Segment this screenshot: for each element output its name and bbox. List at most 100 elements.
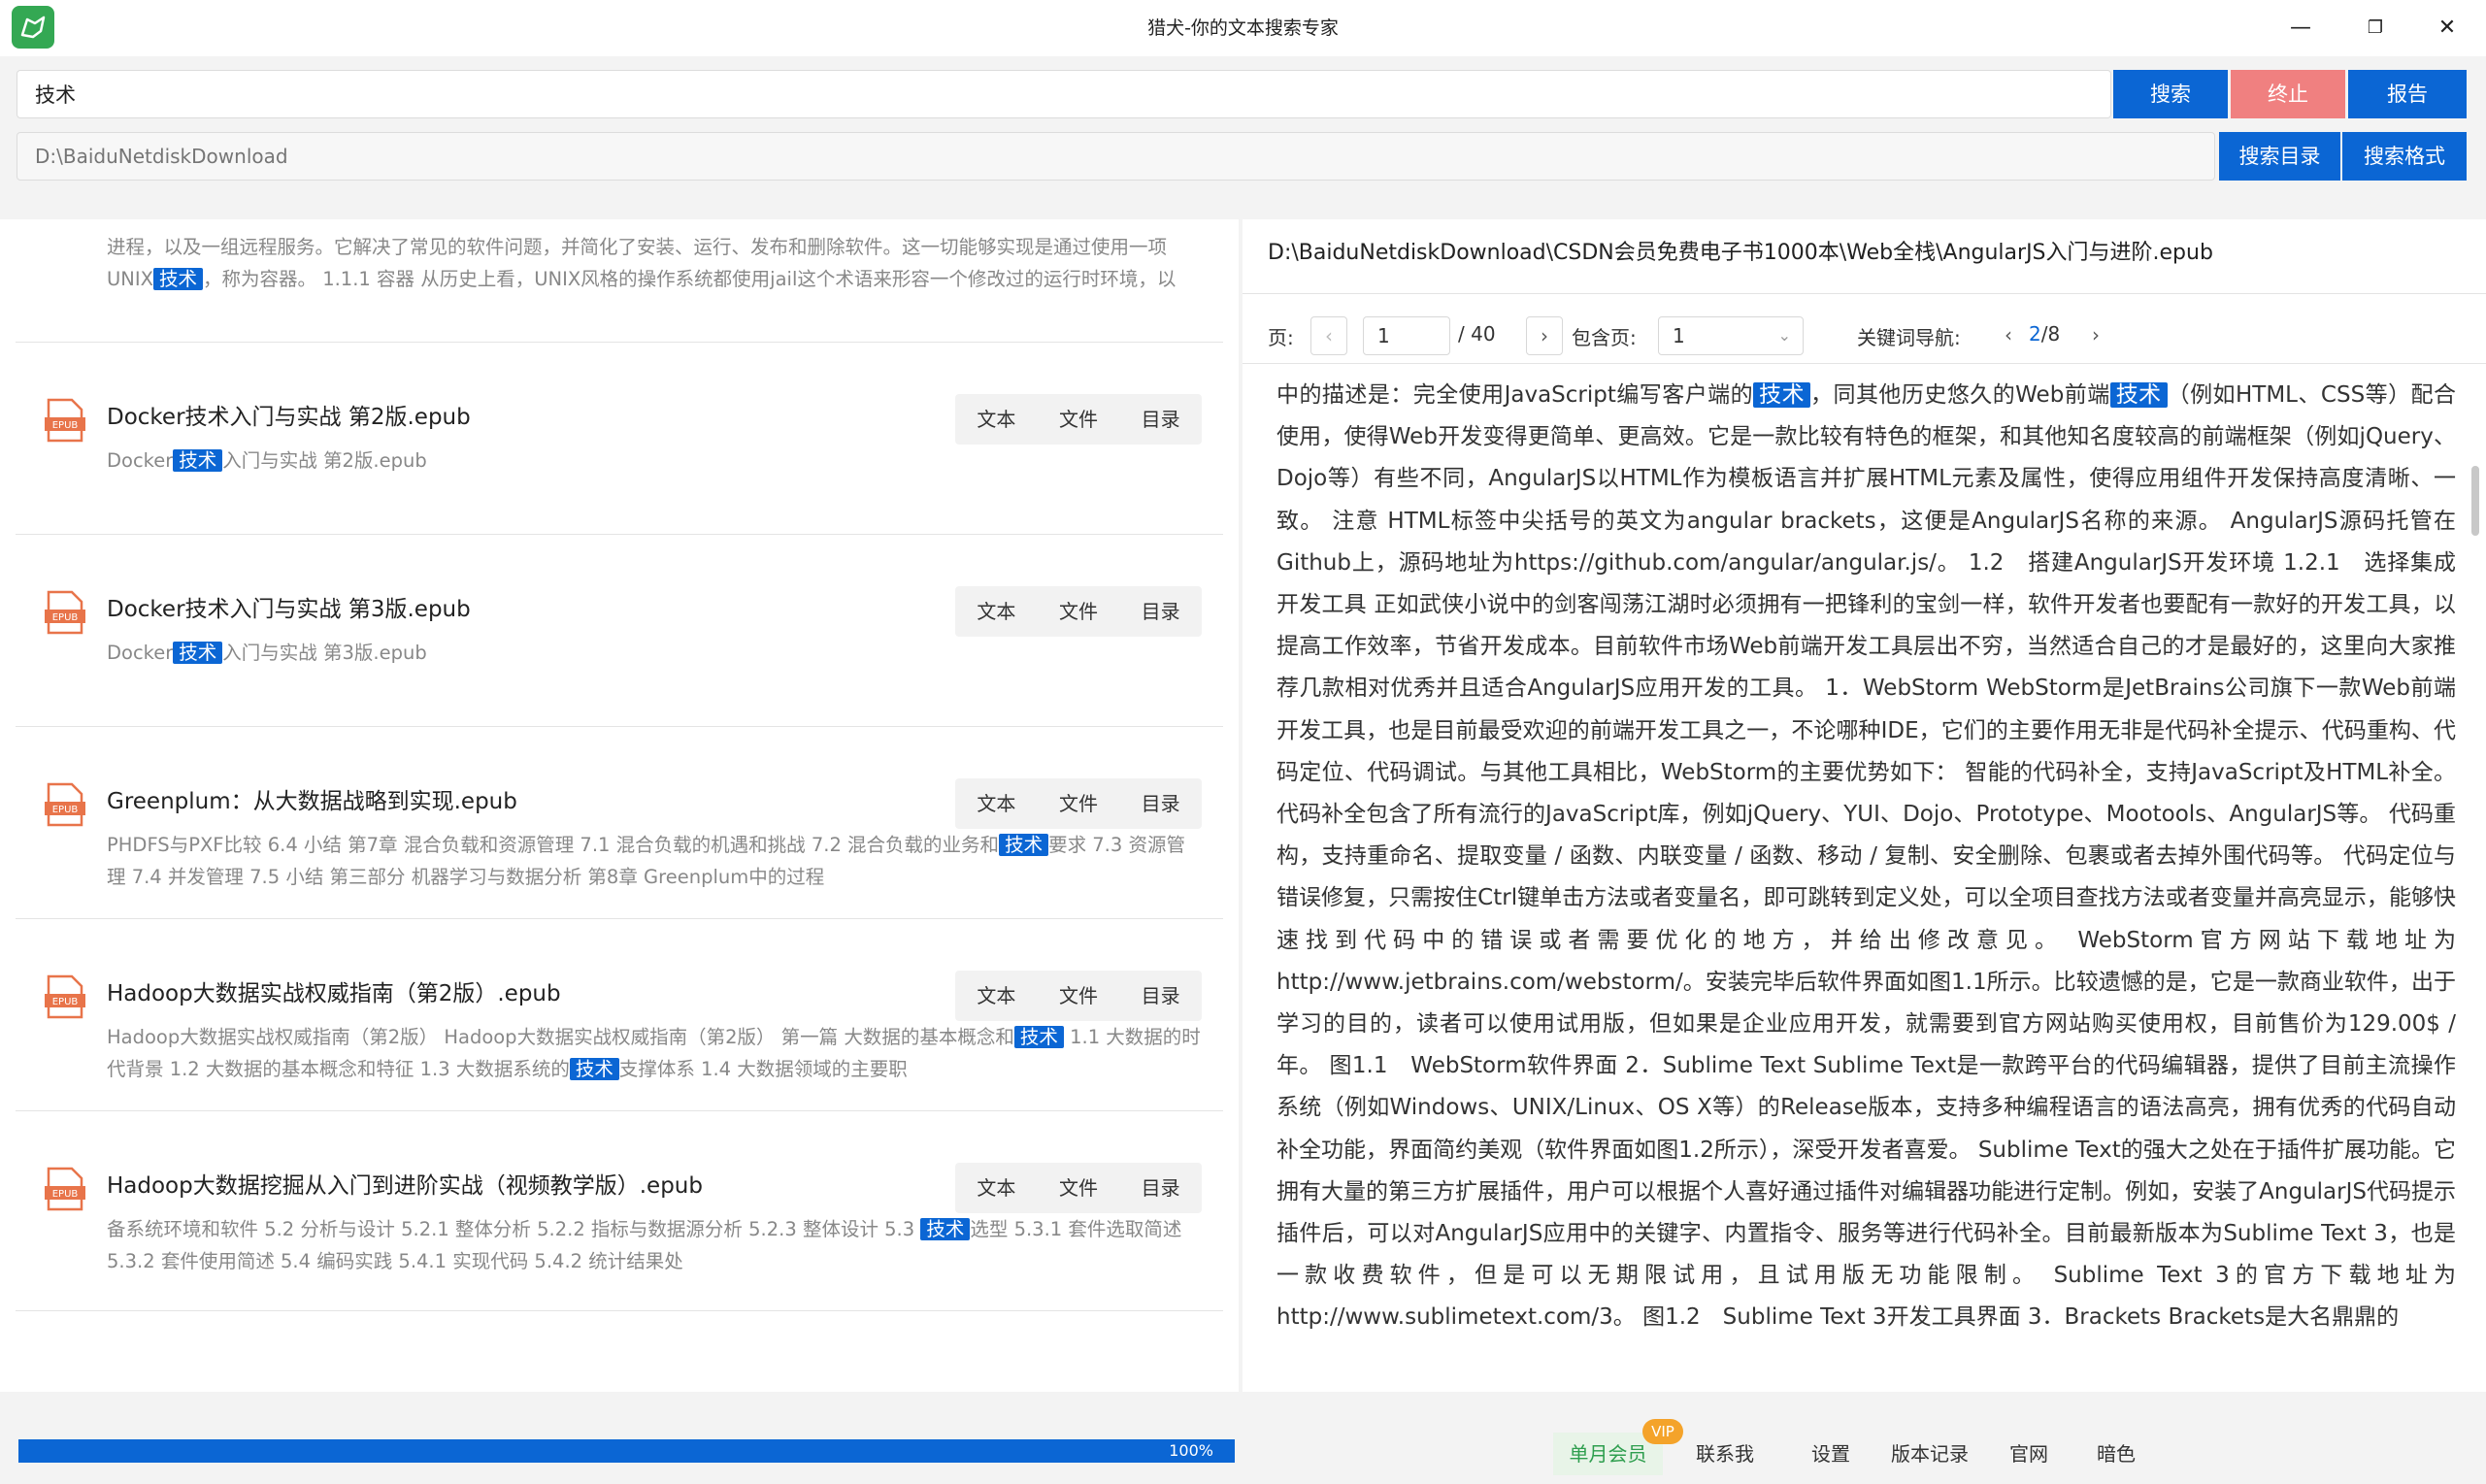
result-snippet: Docker 技术 入门与实战 第2版.epub (107, 445, 1204, 477)
list-item[interactable]: EPUB Docker技术入门与实战 第3版.epub 文本 文件 目录 Doc… (0, 534, 1239, 726)
epub-file-icon: EPUB (45, 398, 85, 443)
doc-text-segment: ，同其他历史悠久的Web前端 (1810, 382, 2110, 408)
result-title[interactable]: Docker技术入门与实战 第2版.epub (107, 398, 471, 431)
toc-button[interactable]: 目录 (1119, 778, 1202, 829)
contains-page-value: 1 (1673, 324, 1685, 347)
scrollbar[interactable] (2471, 466, 2479, 536)
keyword-highlight: 技术 (1753, 382, 1811, 408)
file-path: D:\BaiduNetdiskDownload\CSDN会员免费电子书1000本… (1268, 241, 2213, 265)
website-button[interactable]: 官网 (1992, 1433, 2066, 1475)
chevron-left-icon[interactable]: ‹ (1990, 316, 2027, 355)
chevron-down-icon: ⌄ (1777, 326, 1791, 345)
divider (16, 1310, 1223, 1311)
svg-text:EPUB: EPUB (52, 1189, 79, 1200)
contains-page-select[interactable]: 1 ⌄ (1658, 316, 1804, 355)
search-format-button[interactable]: 搜索格式 (2342, 132, 2467, 181)
progress-label: 100% (1169, 1441, 1213, 1460)
keyword-highlight: 技术 (173, 642, 223, 664)
file-button[interactable]: 文件 (1038, 394, 1120, 445)
doc-text-segment: （例如HTML、CSS等）配合使用，使得Web开发变得更简单、更高效。它是一款比… (1276, 382, 2457, 1331)
toc-button[interactable]: 目录 (1119, 394, 1202, 445)
keyword-highlight: 技术 (569, 1058, 619, 1080)
snippet-text: 备系统环境和软件 5.2 分析与设计 5.2.1 整体分析 5.2.2 指标与数… (107, 1218, 921, 1240)
list-item[interactable]: EPUB Greenplum：从大数据战略到实现.epub 文本 文件 目录 P… (0, 726, 1239, 918)
page-label: 页: (1268, 326, 1294, 349)
keyword-highlight: 技术 (1013, 1026, 1064, 1048)
svg-text:EPUB: EPUB (52, 612, 79, 623)
stop-button[interactable]: 终止 (2231, 70, 2345, 118)
close-button[interactable]: ✕ (2418, 0, 2476, 56)
window-title: 猎犬-你的文本搜索专家 (1147, 17, 1339, 39)
chevron-right-icon[interactable]: › (2077, 316, 2114, 355)
result-actions: 文本 文件 目录 (955, 1163, 1202, 1213)
keyword-highlight: 技术 (920, 1218, 971, 1240)
text-button[interactable]: 文本 (955, 971, 1038, 1021)
result-actions: 文本 文件 目录 (955, 394, 1202, 445)
result-title[interactable]: Docker技术入门与实战 第3版.epub (107, 590, 471, 623)
changelog-button[interactable]: 版本记录 (1881, 1433, 1978, 1475)
snippet-text: 入门与实战 第3版.epub (222, 642, 427, 664)
doc-text-segment: 中的描述是：完全使用JavaScript编写客户端的 (1276, 382, 1754, 408)
page-input[interactable]: 1 (1363, 316, 1450, 355)
snippet-text: PHDFS与PXF比较 6.4 小结 第7章 混合负载和资源管理 7.1 混合负… (107, 834, 1000, 856)
maximize-button[interactable]: ❐ (2346, 0, 2404, 56)
contact-button[interactable]: 联系我 (1679, 1433, 1771, 1475)
search-input[interactable] (17, 70, 2111, 118)
keyword-current: 2 (2029, 322, 2041, 346)
epub-file-icon: EPUB (45, 590, 85, 635)
search-directory-button[interactable]: 搜索目录 (2219, 132, 2340, 181)
document-text: 中的描述是：完全使用JavaScript编写客户端的 技术 ，同其他历史悠久的Web… (1276, 375, 2456, 1339)
divider (1243, 363, 2486, 364)
contains-page-label: 包含页: (1572, 326, 1637, 349)
result-title[interactable]: Hadoop大数据挖掘从入门到进阶实战（视频教学版）.epub (107, 1167, 703, 1200)
toc-button[interactable]: 目录 (1119, 1163, 1202, 1213)
snippet-text: Hadoop大数据实战权威指南（第2版） Hadoop大数据实战权威指南（第2版… (107, 1026, 1014, 1048)
toc-button[interactable]: 目录 (1119, 586, 1202, 637)
list-item[interactable]: EPUB Docker技术入门与实战 第2版.epub 文本 文件 目录 Doc… (0, 342, 1239, 534)
result-snippet: 进程，以及一组远程服务。它解决了常见的软件问题，并简化了安装、运行、发布和删除软… (107, 231, 1204, 295)
directory-input[interactable] (17, 132, 2215, 181)
svg-text:EPUB: EPUB (52, 420, 79, 431)
result-actions: 文本 文件 目录 (955, 778, 1202, 829)
text-button[interactable]: 文本 (955, 778, 1038, 829)
vip-badge: VIP (1642, 1419, 1683, 1444)
keyword-total: /8 (2040, 322, 2061, 346)
dark-mode-button[interactable]: 暗色 (2079, 1433, 2153, 1475)
text-button[interactable]: 文本 (955, 1163, 1038, 1213)
keyword-index: 2/8 (2029, 322, 2060, 346)
toc-button[interactable]: 目录 (1119, 971, 1202, 1021)
settings-button[interactable]: 设置 (1794, 1433, 1868, 1475)
report-button[interactable]: 报告 (2348, 70, 2467, 118)
file-button[interactable]: 文件 (1038, 1163, 1120, 1213)
list-item[interactable]: EPUB Hadoop大数据实战权威指南（第2版）.epub 文本 文件 目录 … (0, 918, 1239, 1110)
result-actions: 文本 文件 目录 (955, 971, 1202, 1021)
chevron-right-icon[interactable]: › (1526, 316, 1563, 355)
snippet-text: 入门与实战 第2版.epub (222, 449, 427, 472)
divider (1243, 293, 2486, 294)
snippet-text: Docker (107, 449, 174, 472)
page-total: / 40 (1458, 322, 1496, 346)
snippet-text: Docker (107, 642, 174, 664)
search-button[interactable]: 搜索 (2113, 70, 2228, 118)
text-button[interactable]: 文本 (955, 394, 1038, 445)
result-snippet: Docker 技术 入门与实战 第3版.epub (107, 637, 1204, 669)
keyword-highlight: 技术 (999, 834, 1049, 856)
viewer-panel: D:\BaiduNetdiskDownload\CSDN会员免费电子书1000本… (1243, 219, 2486, 1392)
svg-text:EPUB: EPUB (52, 805, 79, 815)
svg-text:EPUB: EPUB (52, 997, 79, 1007)
file-button[interactable]: 文件 (1038, 971, 1120, 1021)
epub-file-icon: EPUB (45, 1167, 85, 1211)
minimize-button[interactable]: — (2271, 0, 2330, 56)
results-panel: 进程，以及一组远程服务。它解决了常见的软件问题，并简化了安装、运行、发布和删除软… (0, 219, 1239, 1392)
chevron-left-icon[interactable]: ‹ (1310, 316, 1347, 355)
file-button[interactable]: 文件 (1038, 778, 1120, 829)
result-title[interactable]: Hadoop大数据实战权威指南（第2版）.epub (107, 974, 561, 1007)
result-title[interactable]: Greenplum：从大数据战略到实现.epub (107, 782, 517, 815)
epub-file-icon: EPUB (45, 974, 85, 1019)
text-button[interactable]: 文本 (955, 586, 1038, 637)
snippet-text: 支撑体系 1.4 大数据领域的主要职 (618, 1058, 908, 1080)
list-item[interactable]: EPUB Hadoop大数据挖掘从入门到进阶实战（视频教学版）.epub 文本 … (0, 1110, 1239, 1303)
file-button[interactable]: 文件 (1038, 586, 1120, 637)
keyword-highlight: 技术 (173, 449, 223, 472)
result-snippet: 备系统环境和软件 5.2 分析与设计 5.2.1 整体分析 5.2.2 指标与数… (107, 1213, 1204, 1277)
